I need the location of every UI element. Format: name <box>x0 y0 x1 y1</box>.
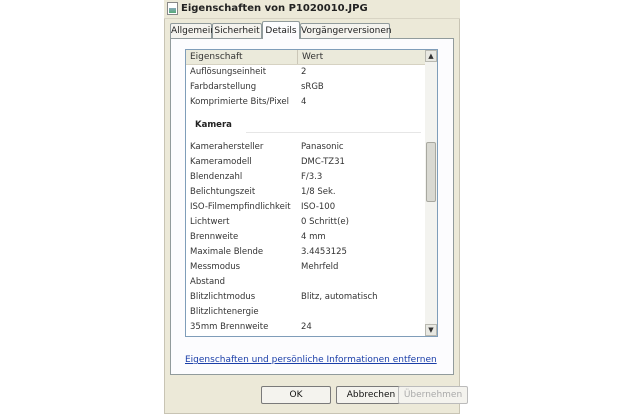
property-name: Lichtwert <box>190 217 230 227</box>
section-header: Kamera <box>186 110 425 140</box>
property-value: sRGB <box>301 82 324 92</box>
property-value: 2 <box>301 67 307 77</box>
property-name: Maximale Blende <box>190 247 264 257</box>
property-value: 4 mm <box>301 232 326 242</box>
properties-dialog: Eigenschaften von P1020010.JPG Allgemein… <box>164 0 468 414</box>
property-name: Blendenzahl <box>190 172 243 182</box>
image-file-icon <box>167 2 178 15</box>
tab-vorgaengerversionen[interactable]: Vorgängerversionen <box>300 23 392 38</box>
property-value: Panasonic <box>301 142 344 152</box>
cancel-button[interactable]: Abbrechen <box>336 386 406 404</box>
tab-allgemein[interactable]: Allgemein <box>170 23 216 38</box>
property-name: Auflösungseinheit <box>190 67 267 77</box>
scroll-down-button[interactable]: ▼ <box>425 324 437 336</box>
property-value: Mehrfeld <box>301 262 339 272</box>
property-row[interactable]: Lichtwert 0 Schritt(e) <box>186 215 425 230</box>
property-name: Komprimierte Bits/Pixel <box>190 97 289 107</box>
details-panel: Eigenschaft Wert Auflösungseinheit 2 Farbd… <box>170 38 454 375</box>
tab-details[interactable]: Details <box>262 21 300 39</box>
property-row[interactable]: 35mm Brennweite 24 <box>186 320 425 335</box>
property-row[interactable]: Komprimierte Bits/Pixel 4 <box>186 95 425 110</box>
property-row[interactable]: Farbdarstellung sRGB <box>186 80 425 95</box>
dialog-buttons: OK Abbrechen Übernehmen <box>164 382 468 408</box>
column-header-property[interactable]: Eigenschaft <box>186 50 298 64</box>
property-name: Blitzlichtmodus <box>190 292 256 302</box>
property-value: DMC-TZ31 <box>301 157 345 167</box>
remove-properties-link[interactable]: Eigenschaften und persönliche Informatio… <box>185 355 437 365</box>
property-value: 1/8 Sek. <box>301 187 336 197</box>
title-bar[interactable]: Eigenschaften von P1020010.JPG <box>164 0 460 19</box>
scroll-up-button[interactable]: ▲ <box>425 50 437 62</box>
property-name: 35mm Brennweite <box>190 322 269 332</box>
property-row[interactable]: Blitzlichtenergie <box>186 305 425 320</box>
window-title: Eigenschaften von P1020010.JPG <box>181 3 368 14</box>
property-row[interactable]: Belichtungszeit 1/8 Sek. <box>186 185 425 200</box>
property-value: 24 <box>301 322 312 332</box>
property-row[interactable]: Maximale Blende 3.4453125 <box>186 245 425 260</box>
property-name: Farbdarstellung <box>190 82 257 92</box>
property-name: ISO-Filmempfindlichkeit <box>190 202 291 212</box>
section-label: Kamera <box>195 120 232 130</box>
apply-button[interactable]: Übernehmen <box>398 386 468 404</box>
property-value: 3.4453125 <box>301 247 347 257</box>
property-name: Brennweite <box>190 232 239 242</box>
properties-list: Eigenschaft Wert Auflösungseinheit 2 Farbd… <box>185 49 438 337</box>
property-row[interactable]: Kamerahersteller Panasonic <box>186 140 425 155</box>
tab-strip: Allgemein Sicherheit Details Vorgängerve… <box>170 21 454 39</box>
vertical-scrollbar[interactable]: ▲ ▼ <box>425 50 437 336</box>
property-row[interactable]: Abstand <box>186 275 425 290</box>
property-value: 4 <box>301 97 307 107</box>
property-value: 0 Schritt(e) <box>301 217 349 227</box>
property-name: Kameramodell <box>190 157 252 167</box>
property-row[interactable]: Auflösungseinheit 2 <box>186 65 425 80</box>
property-name: Messmodus <box>190 262 241 272</box>
property-row[interactable]: Brennweite 4 mm <box>186 230 425 245</box>
property-rows: Auflösungseinheit 2 Farbdarstellung sRGB Kom… <box>186 65 425 335</box>
property-row[interactable]: Blendenzahl F/3.3 <box>186 170 425 185</box>
property-name: Kamerahersteller <box>190 142 264 152</box>
property-value: Blitz, automatisch <box>301 292 378 302</box>
property-value: F/3.3 <box>301 172 323 182</box>
ok-button[interactable]: OK <box>261 386 331 404</box>
property-name: Abstand <box>190 277 225 287</box>
property-row[interactable]: Blitzlichtmodus Blitz, automatisch <box>186 290 425 305</box>
list-header: Eigenschaft Wert <box>186 50 425 65</box>
tab-sicherheit[interactable]: Sicherheit <box>212 23 262 38</box>
property-name: Belichtungszeit <box>190 187 256 197</box>
column-header-value[interactable]: Wert <box>298 50 425 64</box>
property-name: Blitzlichtenergie <box>190 307 259 317</box>
property-row[interactable]: ISO-Filmempfindlichkeit ISO-100 <box>186 200 425 215</box>
scroll-thumb[interactable] <box>426 142 436 202</box>
property-row[interactable]: Messmodus Mehrfeld <box>186 260 425 275</box>
property-row[interactable]: Kameramodell DMC-TZ31 <box>186 155 425 170</box>
property-value: ISO-100 <box>301 202 336 212</box>
